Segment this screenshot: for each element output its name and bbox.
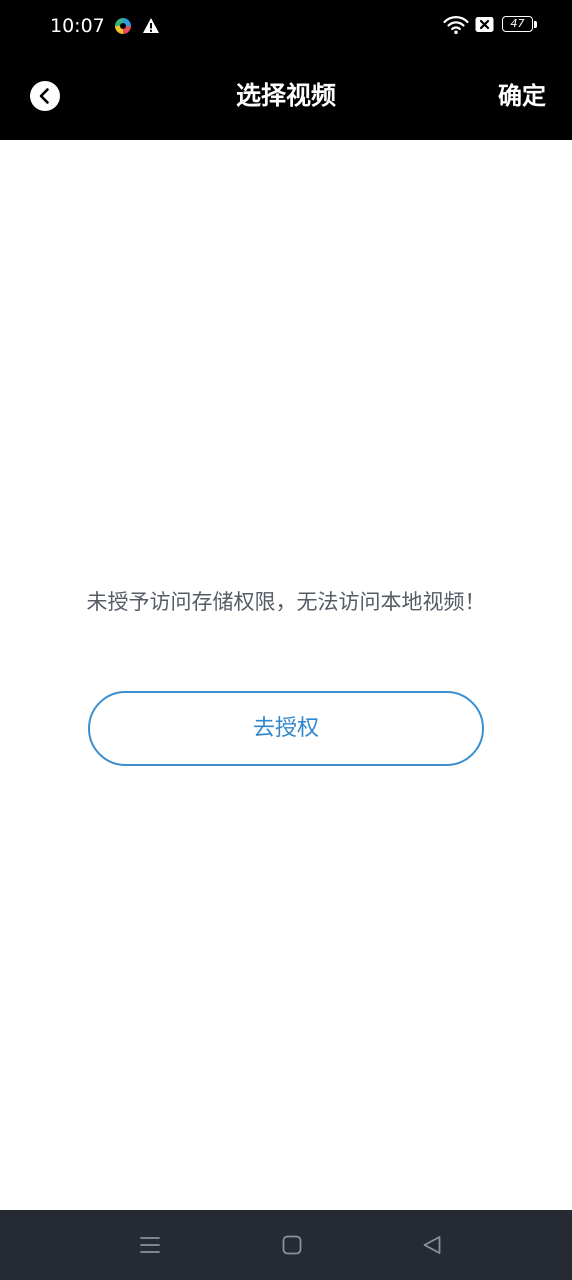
authorize-button[interactable]: 去授权: [88, 691, 484, 766]
permission-message: 未授予访问存储权限，无法访问本地视频！: [86, 590, 486, 614]
battery-tip: [534, 21, 537, 28]
battery-level: 47: [510, 17, 525, 30]
home-icon[interactable]: [281, 1234, 303, 1256]
back-button[interactable]: [30, 81, 60, 111]
menu-icon[interactable]: [139, 1234, 161, 1256]
sim-icon: [475, 17, 494, 32]
back-triangle-icon[interactable]: [421, 1234, 443, 1256]
page-title: 选择视频: [235, 81, 336, 110]
status-bar: 10:07 47: [0, 0, 572, 52]
warning-icon: [143, 18, 159, 33]
chevron-left-icon: [39, 88, 49, 104]
confirm-button[interactable]: 确定: [498, 52, 546, 140]
video-picker-screen: 10:07 47 选择视频 确定 未授予访问存储权限，无法访问本地视频！ 去授权: [0, 0, 572, 1280]
navigation-header: 选择视频 确定: [0, 52, 572, 140]
content-area: 未授予访问存储权限，无法访问本地视频！ 去授权: [0, 140, 572, 1210]
status-time: 10:07: [50, 15, 105, 37]
wifi-icon: [443, 16, 469, 35]
battery-icon: 47: [502, 16, 538, 34]
app-notification-icon: [115, 18, 131, 34]
system-navigation-bar: [0, 1210, 572, 1280]
